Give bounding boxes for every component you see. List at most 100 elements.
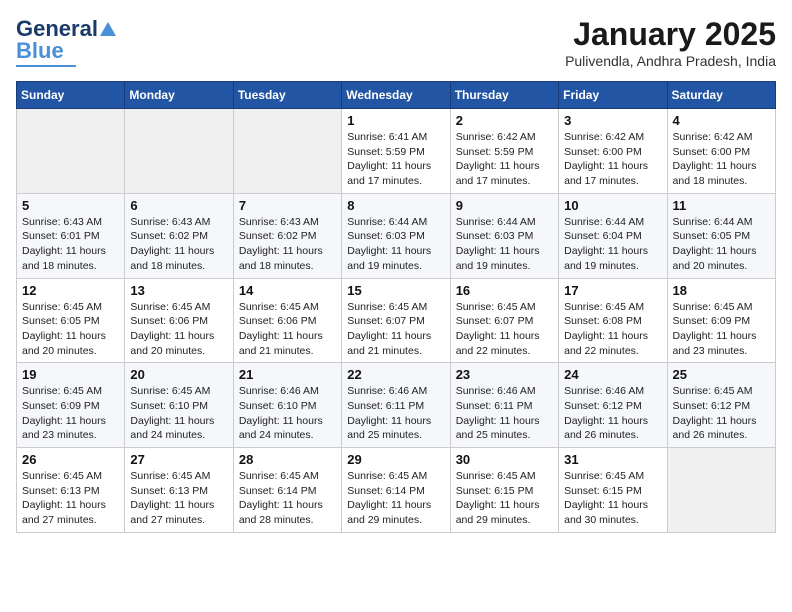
day-number: 30 <box>456 452 553 467</box>
calendar-cell: 10 Sunrise: 6:44 AMSunset: 6:04 PMDayligh… <box>559 193 667 278</box>
day-info: Sunrise: 6:45 AMSunset: 6:06 PMDaylight:… <box>239 300 336 359</box>
weekday-header: Monday <box>125 82 233 109</box>
calendar-cell <box>667 448 775 533</box>
calendar-cell: 1Sunrise: 6:41 AMSunset: 5:59 PMDaylight… <box>342 109 450 194</box>
calendar-cell: 20 Sunrise: 6:45 AMSunset: 6:10 PMDayligh… <box>125 363 233 448</box>
day-info: Sunrise: 6:43 AMSunset: 6:02 PMDaylight:… <box>239 215 336 274</box>
calendar-cell: 19 Sunrise: 6:45 AMSunset: 6:09 PMDayligh… <box>17 363 125 448</box>
day-info: Sunrise: 6:46 AMSunset: 6:11 PMDaylight:… <box>456 384 553 443</box>
calendar-cell: 5 Sunrise: 6:43 AMSunset: 6:01 PMDaylight… <box>17 193 125 278</box>
day-info: Sunrise: 6:45 AMSunset: 6:14 PMDaylight:… <box>239 469 336 528</box>
day-number: 19 <box>22 367 119 382</box>
calendar-cell: 18 Sunrise: 6:45 AMSunset: 6:09 PMDayligh… <box>667 278 775 363</box>
day-info: Sunrise: 6:45 AMSunset: 6:07 PMDaylight:… <box>456 300 553 359</box>
day-number: 27 <box>130 452 227 467</box>
calendar-cell: 8Sunrise: 6:44 AMSunset: 6:03 PMDaylight… <box>342 193 450 278</box>
day-number: 13 <box>130 283 227 298</box>
calendar-title-block: January 2025 Pulivendla, Andhra Pradesh,… <box>565 16 776 69</box>
calendar-week-row: 5 Sunrise: 6:43 AMSunset: 6:01 PMDaylight… <box>17 193 776 278</box>
day-info: Sunrise: 6:46 AMSunset: 6:11 PMDaylight:… <box>347 384 444 443</box>
day-info: Sunrise: 6:45 AMSunset: 6:12 PMDaylight:… <box>673 384 770 443</box>
day-number: 21 <box>239 367 336 382</box>
weekday-header: Tuesday <box>233 82 341 109</box>
day-number: 9 <box>456 198 553 213</box>
day-number: 15 <box>347 283 444 298</box>
calendar-week-row: 26 Sunrise: 6:45 AMSunset: 6:13 PMDayligh… <box>17 448 776 533</box>
calendar-cell <box>125 109 233 194</box>
day-info: Sunrise: 6:42 AMSunset: 5:59 PMDaylight:… <box>456 130 553 189</box>
weekday-header: Saturday <box>667 82 775 109</box>
day-info: Sunrise: 6:43 AMSunset: 6:02 PMDaylight:… <box>130 215 227 274</box>
weekday-header: Wednesday <box>342 82 450 109</box>
day-info: Sunrise: 6:42 AMSunset: 6:00 PMDaylight:… <box>564 130 661 189</box>
calendar-week-row: 12 Sunrise: 6:45 AMSunset: 6:05 PMDayligh… <box>17 278 776 363</box>
day-number: 12 <box>22 283 119 298</box>
calendar-cell: 29 Sunrise: 6:45 AMSunset: 6:14 PMDayligh… <box>342 448 450 533</box>
day-number: 29 <box>347 452 444 467</box>
day-number: 7 <box>239 198 336 213</box>
calendar-header-row: SundayMondayTuesdayWednesdayThursdayFrid… <box>17 82 776 109</box>
day-number: 14 <box>239 283 336 298</box>
day-info: Sunrise: 6:44 AMSunset: 6:03 PMDaylight:… <box>456 215 553 274</box>
day-info: Sunrise: 6:42 AMSunset: 6:00 PMDaylight:… <box>673 130 770 189</box>
day-number: 25 <box>673 367 770 382</box>
calendar-cell: 22 Sunrise: 6:46 AMSunset: 6:11 PMDayligh… <box>342 363 450 448</box>
day-number: 20 <box>130 367 227 382</box>
weekday-header: Thursday <box>450 82 558 109</box>
weekday-header: Friday <box>559 82 667 109</box>
day-number: 23 <box>456 367 553 382</box>
day-number: 16 <box>456 283 553 298</box>
day-info: Sunrise: 6:46 AMSunset: 6:10 PMDaylight:… <box>239 384 336 443</box>
calendar-cell: 31 Sunrise: 6:45 AMSunset: 6:15 PMDayligh… <box>559 448 667 533</box>
day-number: 31 <box>564 452 661 467</box>
day-info: Sunrise: 6:45 AMSunset: 6:06 PMDaylight:… <box>130 300 227 359</box>
calendar-cell: 23 Sunrise: 6:46 AMSunset: 6:11 PMDayligh… <box>450 363 558 448</box>
day-info: Sunrise: 6:44 AMSunset: 6:03 PMDaylight:… <box>347 215 444 274</box>
calendar-cell: 27 Sunrise: 6:45 AMSunset: 6:13 PMDayligh… <box>125 448 233 533</box>
weekday-header: Sunday <box>17 82 125 109</box>
calendar-week-row: 1Sunrise: 6:41 AMSunset: 5:59 PMDaylight… <box>17 109 776 194</box>
day-info: Sunrise: 6:45 AMSunset: 6:13 PMDaylight:… <box>22 469 119 528</box>
day-info: Sunrise: 6:45 AMSunset: 6:09 PMDaylight:… <box>673 300 770 359</box>
day-number: 4 <box>673 113 770 128</box>
calendar-week-row: 19 Sunrise: 6:45 AMSunset: 6:09 PMDayligh… <box>17 363 776 448</box>
calendar-cell: 26 Sunrise: 6:45 AMSunset: 6:13 PMDayligh… <box>17 448 125 533</box>
calendar-cell: 30Sunrise: 6:45 AMSunset: 6:15 PMDayligh… <box>450 448 558 533</box>
calendar-cell: 24Sunrise: 6:46 AMSunset: 6:12 PMDayligh… <box>559 363 667 448</box>
calendar-cell: 12 Sunrise: 6:45 AMSunset: 6:05 PMDayligh… <box>17 278 125 363</box>
day-info: Sunrise: 6:41 AMSunset: 5:59 PMDaylight:… <box>347 130 444 189</box>
calendar-cell: 13 Sunrise: 6:45 AMSunset: 6:06 PMDayligh… <box>125 278 233 363</box>
day-info: Sunrise: 6:45 AMSunset: 6:13 PMDaylight:… <box>130 469 227 528</box>
calendar-cell: 3 Sunrise: 6:42 AMSunset: 6:00 PMDaylight… <box>559 109 667 194</box>
day-info: Sunrise: 6:44 AMSunset: 6:05 PMDaylight:… <box>673 215 770 274</box>
calendar-cell: 15 Sunrise: 6:45 AMSunset: 6:07 PMDayligh… <box>342 278 450 363</box>
calendar-cell: 11 Sunrise: 6:44 AMSunset: 6:05 PMDayligh… <box>667 193 775 278</box>
calendar-cell: 28Sunrise: 6:45 AMSunset: 6:14 PMDayligh… <box>233 448 341 533</box>
calendar-table: SundayMondayTuesdayWednesdayThursdayFrid… <box>16 81 776 533</box>
day-info: Sunrise: 6:45 AMSunset: 6:10 PMDaylight:… <box>130 384 227 443</box>
calendar-title: January 2025 <box>565 16 776 53</box>
day-info: Sunrise: 6:45 AMSunset: 6:15 PMDaylight:… <box>564 469 661 528</box>
day-number: 2 <box>456 113 553 128</box>
day-info: Sunrise: 6:45 AMSunset: 6:07 PMDaylight:… <box>347 300 444 359</box>
day-info: Sunrise: 6:45 AMSunset: 6:14 PMDaylight:… <box>347 469 444 528</box>
day-info: Sunrise: 6:45 AMSunset: 6:09 PMDaylight:… <box>22 384 119 443</box>
calendar-cell: 7 Sunrise: 6:43 AMSunset: 6:02 PMDaylight… <box>233 193 341 278</box>
day-info: Sunrise: 6:46 AMSunset: 6:12 PMDaylight:… <box>564 384 661 443</box>
day-number: 18 <box>673 283 770 298</box>
day-number: 6 <box>130 198 227 213</box>
day-info: Sunrise: 6:43 AMSunset: 6:01 PMDaylight:… <box>22 215 119 274</box>
day-info: Sunrise: 6:45 AMSunset: 6:05 PMDaylight:… <box>22 300 119 359</box>
day-number: 5 <box>22 198 119 213</box>
day-number: 26 <box>22 452 119 467</box>
day-number: 11 <box>673 198 770 213</box>
day-number: 3 <box>564 113 661 128</box>
day-number: 10 <box>564 198 661 213</box>
day-info: Sunrise: 6:45 AMSunset: 6:08 PMDaylight:… <box>564 300 661 359</box>
day-number: 22 <box>347 367 444 382</box>
logo-icon <box>99 20 117 38</box>
day-info: Sunrise: 6:44 AMSunset: 6:04 PMDaylight:… <box>564 215 661 274</box>
calendar-cell: 6 Sunrise: 6:43 AMSunset: 6:02 PMDaylight… <box>125 193 233 278</box>
calendar-cell: 17Sunrise: 6:45 AMSunset: 6:08 PMDayligh… <box>559 278 667 363</box>
calendar-cell: 9 Sunrise: 6:44 AMSunset: 6:03 PMDaylight… <box>450 193 558 278</box>
